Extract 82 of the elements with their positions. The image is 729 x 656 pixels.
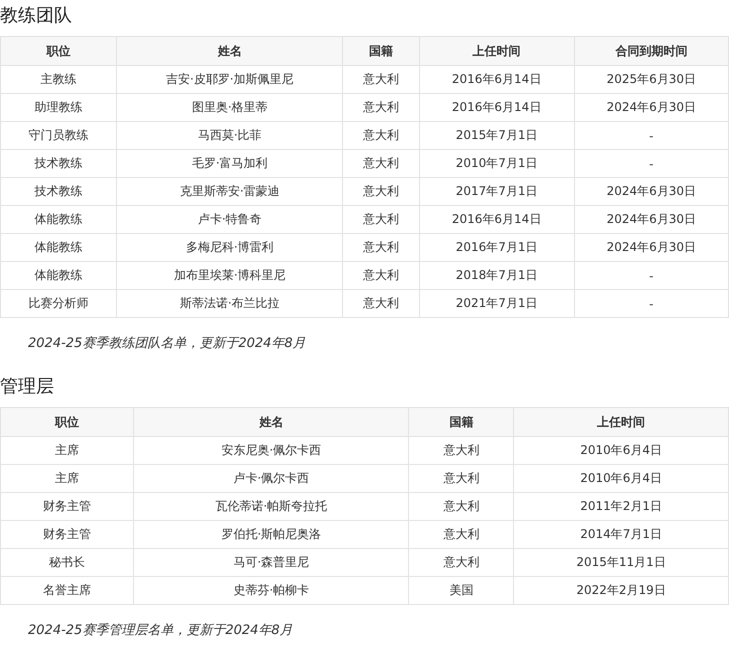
table-cell: 毛罗·富马加利 — [116, 150, 343, 178]
table-cell: 秘书长 — [0, 548, 134, 576]
table-cell: 2016年7月1日 — [419, 234, 574, 262]
table-cell: 2010年6月4日 — [514, 436, 728, 464]
table-cell: 2025年6月30日 — [574, 66, 728, 94]
table-cell: 罗伯托·斯帕尼奥洛 — [134, 520, 409, 548]
table-cell: 2022年2月19日 — [514, 576, 728, 604]
table-cell: 财务主管 — [0, 520, 134, 548]
column-header: 姓名 — [116, 36, 343, 66]
table-cell: 2016年6月14日 — [419, 206, 574, 234]
table-caption: 2024-25赛季管理层名单，更新于2024年8月 — [28, 622, 294, 640]
table-cell: 意大利 — [342, 206, 420, 234]
table-cell: 主教练 — [0, 66, 117, 94]
table-cell: 吉安·皮耶罗·加斯佩里尼 — [116, 66, 343, 94]
table-cell: 意大利 — [342, 122, 420, 150]
table-cell: 意大利 — [408, 520, 514, 548]
column-header: 上任时间 — [419, 36, 574, 66]
table-cell: 意大利 — [342, 234, 420, 262]
table-cell: 守门员教练 — [0, 122, 117, 150]
table-cell: 2018年7月1日 — [419, 262, 574, 290]
column-header: 职位 — [0, 408, 134, 436]
table-cell: 马西莫·比菲 — [116, 122, 343, 150]
table-cell: 主席 — [0, 464, 134, 492]
table-cell: 2016年6月14日 — [419, 94, 574, 122]
table-cell: 2024年6月30日 — [574, 178, 728, 206]
table-cell: 助理教练 — [0, 94, 117, 122]
table-cell: 体能教练 — [0, 262, 117, 290]
table-cell: 美国 — [408, 576, 514, 604]
table-cell: 财务主管 — [0, 492, 134, 520]
table-cell: 意大利 — [342, 66, 420, 94]
table-cell: 意大利 — [342, 150, 420, 178]
table-cell: 主席 — [0, 436, 134, 464]
table-cell: 2011年2月1日 — [514, 492, 728, 520]
table-cell: 2017年7月1日 — [419, 178, 574, 206]
column-header: 合同到期时间 — [574, 36, 728, 66]
table-cell: 意大利 — [342, 290, 420, 318]
table-cell: 2010年6月4日 — [514, 464, 728, 492]
table-cell: 图里奥·格里蒂 — [116, 94, 343, 122]
table-cell: 马可·森普里尼 — [134, 548, 409, 576]
table-cell: 安东尼奥·佩尔卡西 — [134, 436, 409, 464]
table-cell: 史蒂芬·帕柳卡 — [134, 576, 409, 604]
table-cell: 技术教练 — [0, 178, 117, 206]
table-cell: 体能教练 — [0, 206, 117, 234]
table-cell: 意大利 — [408, 464, 514, 492]
table-cell: 意大利 — [342, 262, 420, 290]
section-heading: 教练团队 — [0, 4, 73, 28]
table-cell: - — [574, 290, 728, 318]
table-cell: 2024年6月30日 — [574, 206, 728, 234]
table-cell: 克里斯蒂安·雷蒙迪 — [116, 178, 343, 206]
table-cell: 名誉主席 — [0, 576, 134, 604]
table-cell: 加布里埃莱·博科里尼 — [116, 262, 343, 290]
table-cell: - — [574, 262, 728, 290]
column-header: 国籍 — [408, 408, 514, 436]
column-header: 国籍 — [342, 36, 420, 66]
column-header: 职位 — [0, 36, 117, 66]
table-cell: 卢卡·特鲁奇 — [116, 206, 343, 234]
table-cell: 意大利 — [408, 548, 514, 576]
table-cell: 技术教练 — [0, 150, 117, 178]
table-cell: 意大利 — [342, 178, 420, 206]
table-cell: 卢卡·佩尔卡西 — [134, 464, 409, 492]
table-cell: - — [574, 150, 728, 178]
table-cell: 意大利 — [342, 94, 420, 122]
table-cell: 体能教练 — [0, 234, 117, 262]
table-cell: - — [574, 122, 728, 150]
table-cell: 比赛分析师 — [0, 290, 117, 318]
table-cell: 2010年7月1日 — [419, 150, 574, 178]
table-cell: 2021年7月1日 — [419, 290, 574, 318]
table-cell: 2024年6月30日 — [574, 94, 728, 122]
table-cell: 意大利 — [408, 436, 514, 464]
table-cell: 2014年7月1日 — [514, 520, 728, 548]
table-cell: 2015年11月1日 — [514, 548, 728, 576]
table-cell: 意大利 — [408, 492, 514, 520]
table-cell: 2024年6月30日 — [574, 234, 728, 262]
column-header: 姓名 — [134, 408, 409, 436]
table-cell: 多梅尼科·博雷利 — [116, 234, 343, 262]
table-cell: 2016年6月14日 — [419, 66, 574, 94]
table-cell: 2015年7月1日 — [419, 122, 574, 150]
table-cell: 瓦伦蒂诺·帕斯夸拉托 — [134, 492, 409, 520]
section-heading: 管理层 — [0, 375, 55, 399]
table-caption: 2024-25赛季教练团队名单，更新于2024年8月 — [28, 335, 307, 353]
column-header: 上任时间 — [514, 408, 728, 436]
table-cell: 斯蒂法诺·布兰比拉 — [116, 290, 343, 318]
